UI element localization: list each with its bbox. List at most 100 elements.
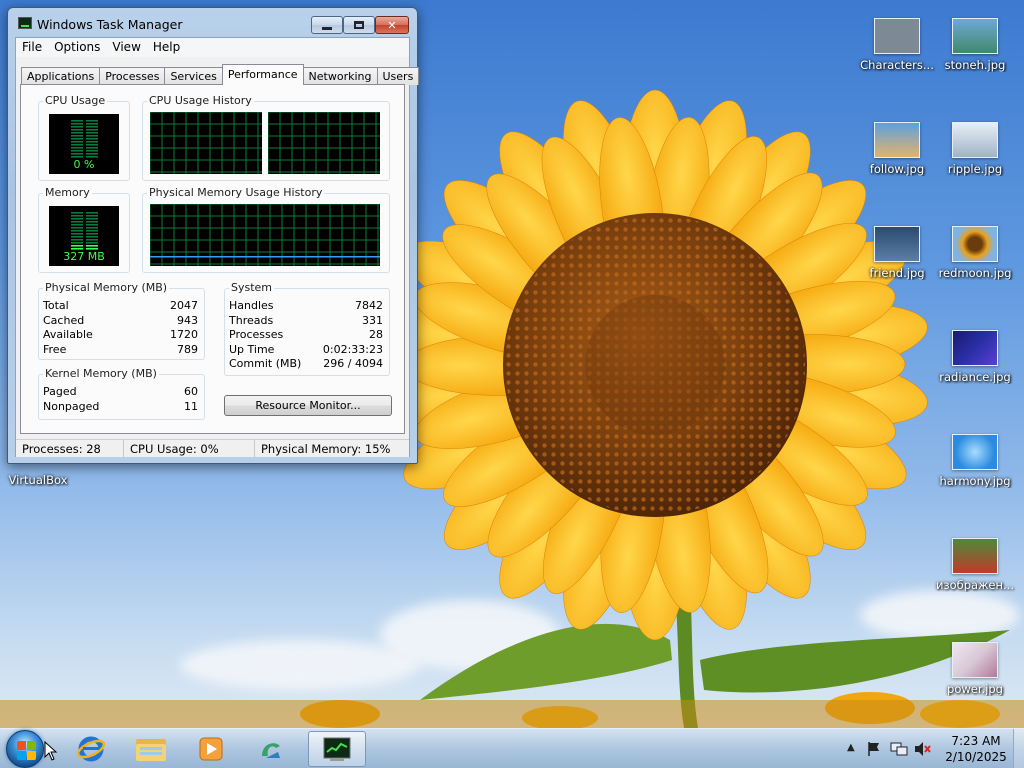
image-thumbnail-icon bbox=[874, 122, 920, 158]
taskbar-windows-explorer[interactable] bbox=[122, 731, 180, 767]
window-client-area: File Options View Help Applications Proc… bbox=[15, 37, 420, 457]
memory-history-title: Physical Memory Usage History bbox=[147, 186, 325, 199]
meter-segment bbox=[86, 120, 98, 122]
task-manager-icon bbox=[18, 17, 32, 29]
stat-label: Up Time bbox=[229, 342, 275, 356]
meter-segment bbox=[86, 236, 98, 238]
windows-logo-icon bbox=[27, 751, 36, 760]
tab-users[interactable]: Users bbox=[376, 67, 420, 85]
meter-segment bbox=[71, 218, 83, 220]
meter-segment bbox=[71, 123, 83, 125]
meter-segment bbox=[71, 120, 83, 122]
taskbar-task-manager[interactable] bbox=[308, 731, 366, 767]
action-center-flag-icon[interactable] bbox=[866, 741, 882, 757]
tab-networking[interactable]: Networking bbox=[302, 67, 378, 85]
tab-applications[interactable]: Applications bbox=[21, 67, 101, 85]
memory-history-graph bbox=[150, 204, 380, 266]
desktop-icon-label: ripple.jpg bbox=[947, 162, 1003, 176]
resource-monitor-button[interactable]: Resource Monitor... bbox=[224, 395, 392, 416]
system-title: System bbox=[229, 281, 275, 294]
stat-value: 789 bbox=[177, 342, 198, 356]
meter-segment bbox=[86, 221, 98, 223]
stat-label: Paged bbox=[43, 385, 77, 398]
system-table: Handles 7842 Threads 331 Processes 28 Up Ti… bbox=[229, 299, 383, 372]
status-physical-memory: Physical Memory: 15% bbox=[261, 442, 391, 456]
stat-label: Cached bbox=[43, 313, 85, 327]
meter-segment bbox=[86, 138, 98, 140]
stat-label: Threads bbox=[229, 313, 274, 327]
volume-muted-icon[interactable] bbox=[914, 741, 932, 757]
desktop-icon-follow[interactable]: follow.jpg bbox=[855, 122, 939, 176]
stat-label: Available bbox=[43, 328, 93, 341]
desktop-icon-label: VirtualBox bbox=[8, 473, 68, 487]
desktop-icon-label: friend.jpg bbox=[869, 266, 925, 280]
windows-logo-icon bbox=[27, 741, 36, 750]
stat-value: 7842 bbox=[355, 299, 383, 312]
cpu-history-title: CPU Usage History bbox=[147, 94, 254, 107]
meter-segment bbox=[71, 221, 83, 223]
window-titlebar[interactable]: Windows Task Manager ✕ bbox=[8, 8, 417, 38]
stat-value: 296 / 4094 bbox=[323, 357, 383, 370]
menu-view[interactable]: View bbox=[106, 38, 146, 57]
memory-history-group: Physical Memory Usage History bbox=[142, 186, 390, 273]
desktop-icon-radiance[interactable]: radiance.jpg bbox=[933, 330, 1017, 384]
performance-panel: CPU Usage 0 % CPU Usage History Memory 3… bbox=[20, 84, 405, 434]
meter-segment bbox=[71, 138, 83, 140]
desktop-icon-power[interactable]: power.jpg bbox=[933, 642, 1017, 696]
system-row: Processes 28 bbox=[229, 328, 383, 343]
desktop-icon-label: изображен... bbox=[936, 578, 1014, 592]
windows-logo-icon bbox=[17, 751, 26, 760]
show-desktop-button[interactable] bbox=[1013, 729, 1024, 768]
clock-time: 7:23 AM bbox=[951, 734, 1001, 748]
desktop-icon-harmony[interactable]: harmony.jpg bbox=[933, 434, 1017, 488]
menu-file[interactable]: File bbox=[16, 38, 48, 57]
image-thumbnail-icon bbox=[952, 18, 998, 54]
menu-options[interactable]: Options bbox=[48, 38, 106, 57]
tab-services[interactable]: Services bbox=[164, 67, 223, 85]
task-manager-window[interactable]: Windows Task Manager ✕ File Options View… bbox=[7, 7, 420, 464]
meter-segment bbox=[71, 129, 83, 131]
stat-label: Processes bbox=[229, 328, 284, 341]
cpu-history-graph-core-1 bbox=[150, 112, 262, 174]
desktop-icon-characters[interactable]: Characters... bbox=[855, 18, 939, 72]
clock-date: 2/10/2025 bbox=[945, 750, 1007, 764]
taskbar-virtualbox[interactable] bbox=[242, 731, 300, 767]
system-row: Up Time 0:02:33:23 bbox=[229, 343, 383, 358]
tab-performance[interactable]: Performance bbox=[221, 64, 304, 85]
kernel-memory-table: Paged 60 Nonpaged 11 bbox=[43, 385, 198, 414]
folder-icon bbox=[136, 739, 166, 761]
taskbar-media-player[interactable] bbox=[182, 731, 240, 767]
memory-group: Memory 327 MB bbox=[38, 186, 130, 273]
meter-segment bbox=[71, 230, 83, 232]
stat-label: Commit (MB) bbox=[229, 357, 302, 370]
close-button[interactable]: ✕ bbox=[375, 16, 409, 34]
desktop-icon-image[interactable]: изображен... bbox=[933, 538, 1017, 592]
desktop-icon-ripple[interactable]: ripple.jpg bbox=[933, 122, 1017, 176]
desktop-icon-label: redmoon.jpg bbox=[938, 266, 1012, 280]
maximize-button[interactable] bbox=[343, 16, 375, 34]
desktop-icon-stoneh[interactable]: stoneh.jpg bbox=[933, 18, 1017, 72]
stat-value: 28 bbox=[369, 328, 383, 341]
desktop-icon-label: Characters... bbox=[860, 58, 934, 72]
meter-segment bbox=[71, 150, 83, 152]
menu-help[interactable]: Help bbox=[147, 38, 186, 57]
network-icon[interactable] bbox=[890, 741, 908, 757]
meter-segment bbox=[71, 239, 83, 241]
meter-segment bbox=[86, 215, 98, 217]
meter-segment bbox=[86, 126, 98, 128]
show-hidden-icons-chevron-icon[interactable]: ▲ bbox=[847, 742, 855, 753]
desktop-icon-redmoon[interactable]: redmoon.jpg bbox=[933, 226, 1017, 280]
stat-label: Total bbox=[43, 299, 69, 312]
minimize-button[interactable] bbox=[311, 16, 343, 34]
desktop-icon-label: radiance.jpg bbox=[939, 370, 1011, 384]
physical-memory-group: Physical Memory (MB) Total 2047 Cached 943… bbox=[38, 281, 205, 360]
taskbar-internet-explorer[interactable] bbox=[62, 731, 120, 767]
meter-segment bbox=[71, 227, 83, 229]
system-clock[interactable]: 7:23 AM 2/10/2025 bbox=[940, 733, 1012, 765]
memory-title: Memory bbox=[43, 186, 92, 199]
start-button[interactable] bbox=[6, 730, 44, 768]
cpu-history-group: CPU Usage History bbox=[142, 94, 390, 181]
meter-segment bbox=[86, 239, 98, 241]
tab-processes[interactable]: Processes bbox=[99, 67, 166, 85]
desktop-icon-friend[interactable]: friend.jpg bbox=[855, 226, 939, 280]
